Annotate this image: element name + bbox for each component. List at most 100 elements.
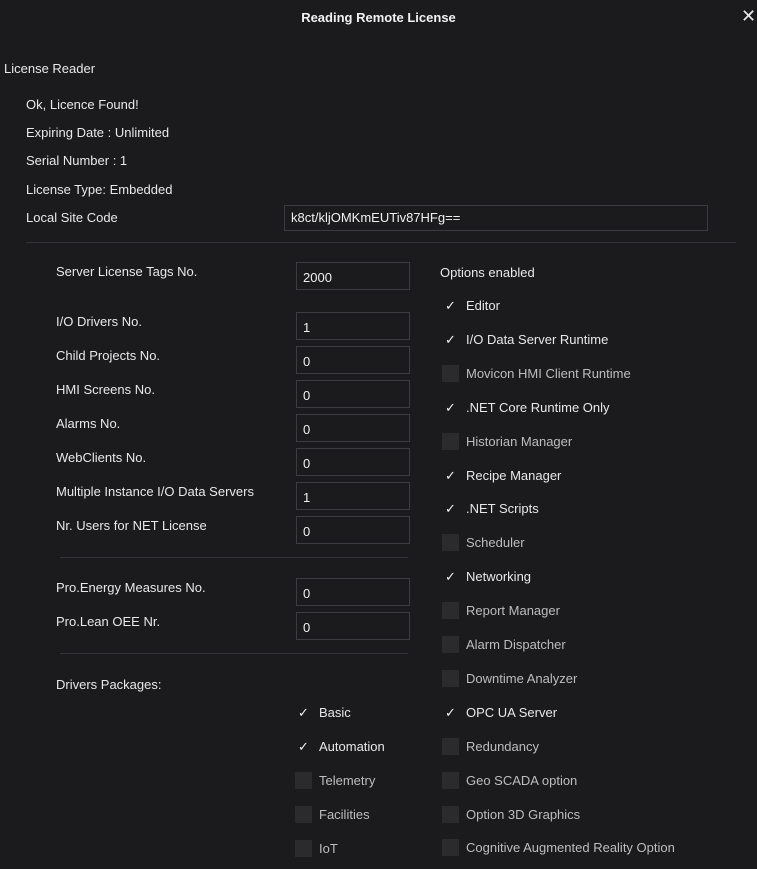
- option-label: I/O Data Server Runtime: [466, 331, 609, 347]
- options-header: Options enabled: [440, 265, 535, 280]
- count-label: Child Projects No.: [56, 348, 161, 363]
- option-option[interactable]: ✓ I/O Data Server Runtime: [442, 331, 742, 351]
- option-option[interactable]: ✓ Editor: [442, 297, 742, 317]
- checkbox-unchecked[interactable]: [442, 432, 459, 450]
- checkbox-checked[interactable]: ✓: [442, 704, 459, 721]
- checkbox-unchecked[interactable]: [295, 840, 312, 857]
- check-icon: ✓: [445, 399, 456, 415]
- checkbox-unchecked[interactable]: [442, 737, 459, 755]
- option-option[interactable]: ✓ Recipe Manager: [442, 467, 742, 487]
- check-icon: ✓: [445, 569, 456, 585]
- driver-label: Telemetry: [319, 773, 376, 788]
- option-option[interactable]: ✓ .NET Core Runtime Only: [442, 399, 742, 419]
- check-icon: ✓: [445, 704, 456, 720]
- checkbox-checked[interactable]: ✓: [442, 467, 459, 484]
- option-option[interactable]: Geo SCADA option: [442, 771, 742, 792]
- license-dialog: Reading Remote License ✕ License Reader …: [0, 0, 757, 869]
- option-label: Redundancy: [466, 738, 539, 754]
- checkbox-unchecked[interactable]: [442, 636, 459, 653]
- close-icon[interactable]: ✕: [741, 6, 756, 27]
- checkbox-checked[interactable]: ✓: [295, 738, 312, 755]
- checkbox-unchecked[interactable]: [442, 534, 459, 552]
- site-code-field[interactable]: k8ct/kljOMKmEUTiv87HFg==: [284, 205, 708, 231]
- section-header: License Reader: [4, 61, 96, 76]
- driver-label: Facilities: [319, 807, 370, 822]
- option-label: Editor: [466, 298, 500, 313]
- count-label: HMI Screens No.: [56, 382, 155, 397]
- check-icon: ✓: [445, 298, 456, 313]
- option-option[interactable]: Scheduler: [442, 534, 742, 554]
- pro-label: Pro.Lean OEE Nr.: [56, 614, 161, 629]
- checkbox-checked[interactable]: ✓: [442, 568, 459, 585]
- checkbox-checked[interactable]: ✓: [442, 399, 459, 416]
- driver-label: IoT: [319, 841, 338, 856]
- checkbox-unchecked[interactable]: [442, 839, 459, 857]
- option-option[interactable]: ✓ OPC UA Server: [442, 704, 742, 724]
- option-label: Geo SCADA option: [466, 772, 578, 788]
- option-option[interactable]: ✓ .NET Scripts: [442, 500, 742, 520]
- count-field[interactable]: 0: [296, 346, 410, 374]
- checkbox-unchecked[interactable]: [442, 364, 459, 382]
- divider: [60, 557, 408, 558]
- drivers-packages-label: Drivers Packages:: [56, 677, 162, 692]
- checkbox-checked[interactable]: ✓: [442, 500, 459, 517]
- option-label: Networking: [466, 569, 532, 585]
- license-status: Ok, Licence Found!: [26, 97, 139, 112]
- checkbox-unchecked[interactable]: [442, 771, 459, 789]
- option-option[interactable]: Movicon HMI Client Runtime: [442, 364, 742, 385]
- count-field[interactable]: 1: [296, 482, 410, 510]
- count-label: I/O Drivers No.: [56, 314, 142, 329]
- count-label: Multiple Instance I/O Data Servers: [56, 484, 254, 499]
- driver-label: Basic: [319, 705, 351, 720]
- driver-label: Automation: [319, 739, 385, 754]
- checkbox-unchecked[interactable]: [442, 669, 459, 687]
- option-label: Recipe Manager: [466, 467, 562, 483]
- option-option[interactable]: Option 3D Graphics: [442, 805, 742, 826]
- checkbox-unchecked[interactable]: [442, 602, 459, 620]
- dialog-title: Reading Remote License: [301, 10, 456, 25]
- checkbox-unchecked[interactable]: [295, 806, 312, 823]
- pro-field[interactable]: 0: [296, 578, 410, 606]
- count-field[interactable]: 2000: [296, 262, 410, 290]
- title-bar: Reading Remote License ✕: [0, 0, 757, 34]
- check-icon: ✓: [298, 739, 309, 754]
- checkbox-checked[interactable]: ✓: [295, 704, 312, 721]
- option-label: Alarm Dispatcher: [466, 637, 566, 652]
- option-label: Option 3D Graphics: [466, 806, 581, 822]
- option-option[interactable]: Report Manager: [442, 602, 742, 622]
- pro-field[interactable]: 0: [296, 612, 410, 640]
- check-icon: ✓: [445, 501, 456, 517]
- divider: [26, 242, 736, 243]
- license-type: License Type: Embedded: [26, 182, 173, 197]
- option-option[interactable]: Cognitive Augmented Reality Option: [442, 839, 742, 859]
- count-field[interactable]: 0: [296, 516, 410, 544]
- option-label: Report Manager: [466, 603, 560, 619]
- option-label: Cognitive Augmented Reality Option: [466, 840, 675, 856]
- option-label: .NET Scripts: [466, 501, 539, 517]
- count-label: Server License Tags No.: [56, 264, 198, 279]
- option-option[interactable]: Downtime Analyzer: [442, 669, 742, 690]
- checkbox-checked[interactable]: ✓: [442, 331, 459, 348]
- serial-number: Serial Number : 1: [26, 153, 128, 168]
- checkbox-checked[interactable]: ✓: [442, 297, 459, 314]
- option-option[interactable]: Alarm Dispatcher: [442, 636, 742, 656]
- checkbox-unchecked[interactable]: [295, 772, 312, 789]
- option-label: Scheduler: [466, 535, 525, 551]
- checkbox-unchecked[interactable]: [442, 805, 459, 823]
- count-field[interactable]: 0: [296, 448, 410, 476]
- divider: [60, 653, 408, 654]
- check-icon: ✓: [445, 331, 456, 347]
- count-label: Nr. Users for NET License: [56, 518, 207, 533]
- option-option[interactable]: Redundancy: [442, 737, 742, 758]
- site-code-label: Local Site Code: [26, 210, 118, 225]
- option-option[interactable]: Historian Manager: [442, 432, 742, 453]
- count-field[interactable]: 1: [296, 312, 410, 340]
- count-field[interactable]: 0: [296, 380, 410, 408]
- bottom-border: [0, 864, 757, 869]
- check-icon: ✓: [298, 705, 309, 720]
- option-label: OPC UA Server: [466, 704, 558, 720]
- option-label: Downtime Analyzer: [466, 670, 578, 686]
- option-option[interactable]: ✓ Networking: [442, 568, 742, 588]
- count-field[interactable]: 0: [296, 414, 410, 442]
- option-label: .NET Core Runtime Only: [466, 399, 610, 415]
